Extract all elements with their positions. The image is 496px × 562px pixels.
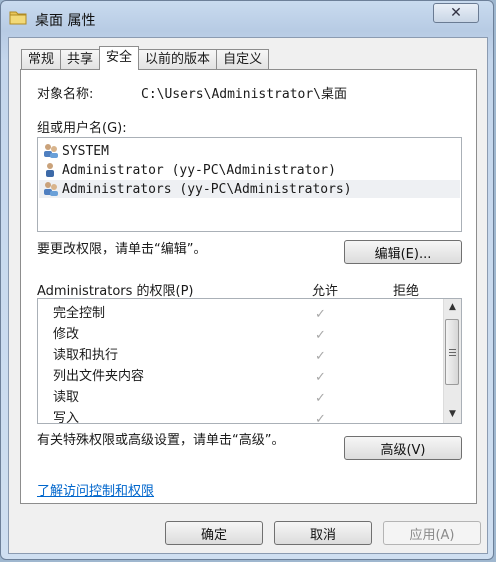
security-panel: 对象名称: C:\Users\Administrator\桌面 组或用户名(G)… — [20, 69, 477, 504]
list-item[interactable]: Administrator (yy-PC\Administrator) — [42, 161, 336, 179]
allow-header: 允许 — [312, 284, 339, 299]
check-icon: ✓ — [315, 349, 326, 364]
group-users-label: 组或用户名(G): — [37, 121, 127, 136]
user-icon — [46, 163, 54, 177]
deny-header: 拒绝 — [393, 284, 420, 299]
permission-row: 读取 — [53, 387, 79, 408]
permission-row: 完全控制 — [53, 303, 105, 324]
user-group-icon — [44, 144, 58, 158]
permission-row: 修改 — [53, 324, 79, 345]
apply-button[interactable]: 应用(A) — [383, 521, 481, 545]
learn-access-control-link[interactable]: 了解访问控制和权限 — [37, 480, 154, 499]
permission-name: 写入 — [53, 411, 80, 424]
check-icon: ✓ — [315, 307, 326, 322]
user-list[interactable]: SYSTEM Administrator (yy-PC\Administrato… — [37, 137, 462, 232]
permission-row: 列出文件夹内容 — [53, 366, 144, 387]
vertical-scrollbar[interactable]: ▲ ▼ — [443, 299, 461, 423]
user-name: SYSTEM — [62, 143, 109, 159]
permission-name: 读取和执行 — [53, 348, 119, 363]
scroll-down-icon[interactable]: ▼ — [444, 406, 461, 423]
user-name: Administrator (yy-PC\Administrator) — [62, 162, 336, 178]
properties-window: 桌面 属性 ✕ 常规 共享 安全 以前的版本 自定义 对象名称: C:\User… — [0, 0, 494, 560]
title-bar[interactable]: 桌面 属性 ✕ — [1, 1, 493, 35]
permission-name: 修改 — [53, 327, 80, 342]
edit-button[interactable]: 编辑(E)... — [344, 240, 462, 264]
tab-security[interactable]: 安全 — [99, 46, 140, 70]
permission-row: 读取和执行 — [53, 345, 118, 366]
scrollbar-thumb[interactable] — [445, 319, 459, 385]
check-icon: ✓ — [315, 391, 326, 406]
list-item-selected[interactable]: Administrators (yy-PC\Administrators) — [39, 180, 460, 198]
check-icon: ✓ — [315, 328, 326, 343]
check-icon: ✓ — [315, 412, 326, 424]
user-group-icon — [44, 182, 58, 196]
advanced-button[interactable]: 高级(V) — [344, 436, 462, 460]
edit-hint: 要更改权限，请单击“编辑”。 — [37, 242, 207, 257]
permissions-title: Administrators 的权限(P) — [37, 284, 194, 299]
tab-general[interactable]: 常规 — [21, 49, 62, 69]
user-name: Administrators (yy-PC\Administrators) — [62, 181, 352, 197]
close-icon: ✕ — [450, 5, 462, 21]
window-title: 桌面 属性 — [35, 13, 96, 29]
ok-button[interactable]: 确定 — [165, 521, 263, 545]
tab-previous-versions[interactable]: 以前的版本 — [138, 49, 218, 69]
tab-strip: 常规 共享 安全 以前的版本 自定义 — [21, 46, 270, 70]
check-icon: ✓ — [315, 370, 326, 385]
permission-name: 完全控制 — [53, 306, 106, 321]
object-name-label: 对象名称: — [37, 87, 94, 102]
tab-sharing[interactable]: 共享 — [60, 49, 101, 69]
dialog-client: 常规 共享 安全 以前的版本 自定义 对象名称: C:\Users\Admini… — [8, 37, 488, 554]
scroll-up-icon[interactable]: ▲ — [444, 299, 461, 316]
close-button[interactable]: ✕ — [433, 3, 479, 23]
folder-icon — [9, 11, 27, 25]
object-name-value: C:\Users\Administrator\桌面 — [141, 87, 348, 102]
permission-name: 读取 — [53, 390, 80, 405]
permission-name: 列出文件夹内容 — [53, 369, 145, 384]
permission-row: 写入 — [53, 408, 80, 424]
permissions-list: 完全控制 ✓ 修改 ✓ 读取和执行 ✓ 列出文件夹内容 ✓ 读取 ✓ 写入 ✓ … — [37, 298, 462, 424]
list-item[interactable]: SYSTEM — [42, 142, 109, 160]
tab-customize[interactable]: 自定义 — [216, 49, 270, 69]
cancel-button[interactable]: 取消 — [274, 521, 372, 545]
advanced-hint: 有关特殊权限或高级设置，请单击“高级”。 — [37, 433, 285, 448]
